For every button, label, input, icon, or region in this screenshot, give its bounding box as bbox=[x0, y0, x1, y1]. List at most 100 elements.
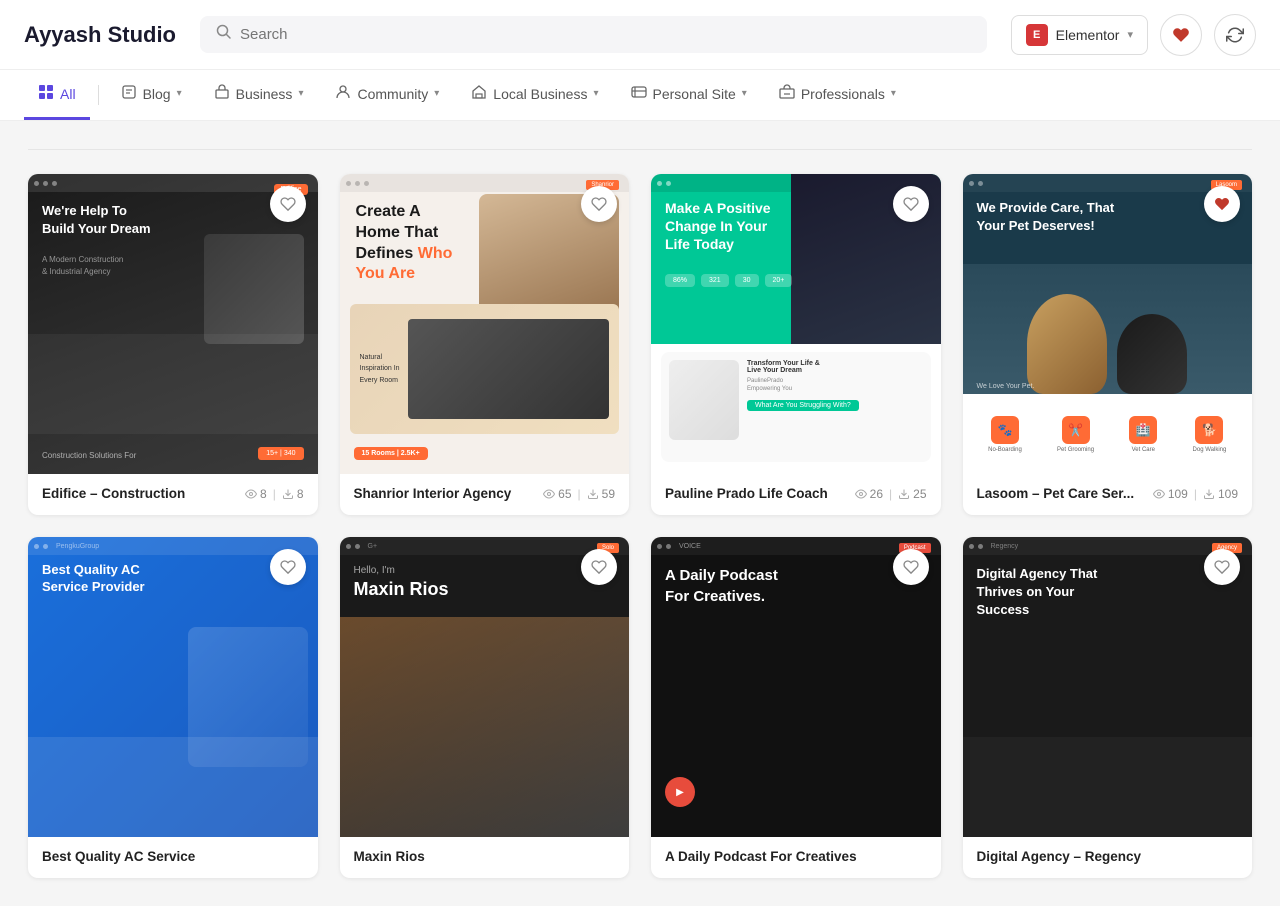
business-icon bbox=[214, 84, 230, 103]
views-count-shanrior: 65 bbox=[558, 487, 571, 501]
header: Ayyash Studio E Elementor ▾ bbox=[0, 0, 1280, 70]
downloads-count: 8 bbox=[297, 487, 304, 501]
nav-item-business[interactable]: Business ▾ bbox=[200, 70, 318, 120]
nav-item-community[interactable]: Community ▾ bbox=[321, 70, 453, 120]
like-button-shanrior[interactable] bbox=[581, 186, 617, 222]
views-count-lasoom: 109 bbox=[1168, 487, 1188, 501]
views-count: 8 bbox=[260, 487, 267, 501]
card-preview-maxin: G+ Solo Hello, I'm Maxin Rios bbox=[340, 537, 630, 837]
card-info-edifice: Edifice – Construction 8 | 8 bbox=[28, 474, 318, 515]
refresh-button[interactable] bbox=[1214, 14, 1256, 56]
downloads-count-pauline: 25 bbox=[913, 487, 926, 501]
separator bbox=[28, 149, 1252, 150]
nav-bar: All Blog ▾ Business ▾ bbox=[0, 70, 1280, 121]
card-info-voice: A Daily Podcast For Creatives bbox=[651, 837, 941, 878]
like-button-voice[interactable] bbox=[893, 549, 929, 585]
nav-label-professionals: Professionals bbox=[801, 86, 885, 102]
card-stats-edifice: 8 | 8 bbox=[245, 487, 304, 501]
like-button-maxin[interactable] bbox=[581, 549, 617, 585]
card-title-ac: Best Quality AC Service bbox=[42, 849, 195, 864]
like-button-edifice[interactable] bbox=[270, 186, 306, 222]
template-card-voice[interactable]: VOICE Podcast A Daily PodcastFor Creativ… bbox=[651, 537, 941, 878]
favorites-button[interactable] bbox=[1160, 14, 1202, 56]
nav-label-business: Business bbox=[236, 86, 293, 102]
search-input[interactable] bbox=[240, 26, 971, 43]
card-title-edifice: Edifice – Construction bbox=[42, 486, 185, 501]
template-card-shanrior[interactable]: Shanrior Create AHome ThatDefines WhoYou… bbox=[340, 174, 630, 515]
card-title-lasoom: Lasoom – Pet Care Ser... bbox=[977, 486, 1135, 501]
card-preview-shanrior: Shanrior Create AHome ThatDefines WhoYou… bbox=[340, 174, 630, 474]
nav-label-community: Community bbox=[357, 86, 428, 102]
community-icon bbox=[335, 84, 351, 103]
like-button-regency[interactable] bbox=[1204, 549, 1240, 585]
template-grid: Edifice We're Help ToBuild Your Dream A … bbox=[28, 174, 1252, 878]
blog-chevron-icon: ▾ bbox=[177, 88, 182, 99]
card-title-pauline: Pauline Prado Life Coach bbox=[665, 486, 828, 501]
downloads-stat-pauline: 25 bbox=[898, 487, 926, 501]
template-card-lasoom[interactable]: Lasoom We Provide Care, ThatYour Pet Des… bbox=[963, 174, 1253, 515]
community-chevron-icon: ▾ bbox=[434, 88, 439, 99]
card-stats-pauline: 26 | 25 bbox=[855, 487, 927, 501]
card-info-shanrior: Shanrior Interior Agency 65 | 59 bbox=[340, 474, 630, 515]
card-stats-shanrior: 65 | 59 bbox=[543, 487, 615, 501]
nav-item-professionals[interactable]: Professionals ▾ bbox=[765, 70, 910, 120]
local-business-chevron-icon: ▾ bbox=[593, 88, 598, 99]
nav-label-personal-site: Personal Site bbox=[653, 86, 736, 102]
nav-item-blog[interactable]: Blog ▾ bbox=[107, 70, 196, 120]
like-button-ac[interactable] bbox=[270, 549, 306, 585]
views-stat-shanrior: 65 bbox=[543, 487, 571, 501]
views-stat-pauline: 26 bbox=[855, 487, 883, 501]
views-count-pauline: 26 bbox=[870, 487, 883, 501]
template-card-ac[interactable]: PengkuGroup Best Quality ACService Provi… bbox=[28, 537, 318, 878]
all-grid-icon bbox=[38, 84, 54, 103]
nav-divider-1 bbox=[98, 85, 99, 105]
nav-item-personal-site[interactable]: Personal Site ▾ bbox=[617, 70, 761, 120]
card-preview-regency: Regency Agency Digital Agency ThatThrive… bbox=[963, 537, 1253, 837]
personal-site-icon bbox=[631, 84, 647, 103]
nav-item-local-business[interactable]: Local Business ▾ bbox=[457, 70, 612, 120]
card-title-voice: A Daily Podcast For Creatives bbox=[665, 849, 857, 864]
card-preview-voice: VOICE Podcast A Daily PodcastFor Creativ… bbox=[651, 537, 941, 837]
downloads-stat-shanrior: 59 bbox=[587, 487, 615, 501]
card-info-maxin: Maxin Rios bbox=[340, 837, 630, 878]
card-preview-lasoom: Lasoom We Provide Care, ThatYour Pet Des… bbox=[963, 174, 1253, 474]
card-preview-edifice: Edifice We're Help ToBuild Your Dream A … bbox=[28, 174, 318, 474]
views-stat-lasoom: 109 bbox=[1153, 487, 1188, 501]
professionals-chevron-icon: ▾ bbox=[891, 88, 896, 99]
downloads-stat: 8 bbox=[282, 487, 304, 501]
nav-label-blog: Blog bbox=[143, 86, 171, 102]
main-content: Edifice We're Help ToBuild Your Dream A … bbox=[0, 121, 1280, 906]
blog-icon bbox=[121, 84, 137, 103]
professionals-icon bbox=[779, 84, 795, 103]
search-bar[interactable] bbox=[200, 16, 987, 53]
elementor-icon: E bbox=[1026, 24, 1048, 46]
elementor-button[interactable]: E Elementor ▾ bbox=[1011, 15, 1148, 55]
downloads-stat-lasoom: 109 bbox=[1203, 487, 1238, 501]
template-card-regency[interactable]: Regency Agency Digital Agency ThatThrive… bbox=[963, 537, 1253, 878]
search-icon bbox=[216, 24, 232, 45]
local-business-icon bbox=[471, 84, 487, 103]
elementor-label: Elementor bbox=[1056, 27, 1120, 43]
template-card-edifice[interactable]: Edifice We're Help ToBuild Your Dream A … bbox=[28, 174, 318, 515]
card-stats-lasoom: 109 | 109 bbox=[1153, 487, 1238, 501]
template-card-pauline[interactable]: Paulise Make A PositiveChange In YourLif… bbox=[651, 174, 941, 515]
business-chevron-icon: ▾ bbox=[298, 88, 303, 99]
downloads-count-shanrior: 59 bbox=[602, 487, 615, 501]
card-preview-pauline: Paulise Make A PositiveChange In YourLif… bbox=[651, 174, 941, 474]
like-button-lasoom[interactable] bbox=[1204, 186, 1240, 222]
header-actions: E Elementor ▾ bbox=[1011, 14, 1256, 56]
card-info-lasoom: Lasoom – Pet Care Ser... 109 | 109 bbox=[963, 474, 1253, 515]
elementor-chevron-icon: ▾ bbox=[1127, 28, 1133, 41]
card-title-shanrior: Shanrior Interior Agency bbox=[354, 486, 512, 501]
template-card-maxin[interactable]: G+ Solo Hello, I'm Maxin Rios Maxin Rios bbox=[340, 537, 630, 878]
card-preview-ac: PengkuGroup Best Quality ACService Provi… bbox=[28, 537, 318, 837]
card-info-regency: Digital Agency – Regency bbox=[963, 837, 1253, 878]
like-button-pauline[interactable] bbox=[893, 186, 929, 222]
personal-site-chevron-icon: ▾ bbox=[742, 88, 747, 99]
card-info-ac: Best Quality AC Service bbox=[28, 837, 318, 878]
nav-item-all[interactable]: All bbox=[24, 70, 90, 120]
card-title-maxin: Maxin Rios bbox=[354, 849, 425, 864]
views-stat: 8 bbox=[245, 487, 267, 501]
card-info-pauline: Pauline Prado Life Coach 26 | 25 bbox=[651, 474, 941, 515]
nav-label-all: All bbox=[60, 86, 76, 102]
